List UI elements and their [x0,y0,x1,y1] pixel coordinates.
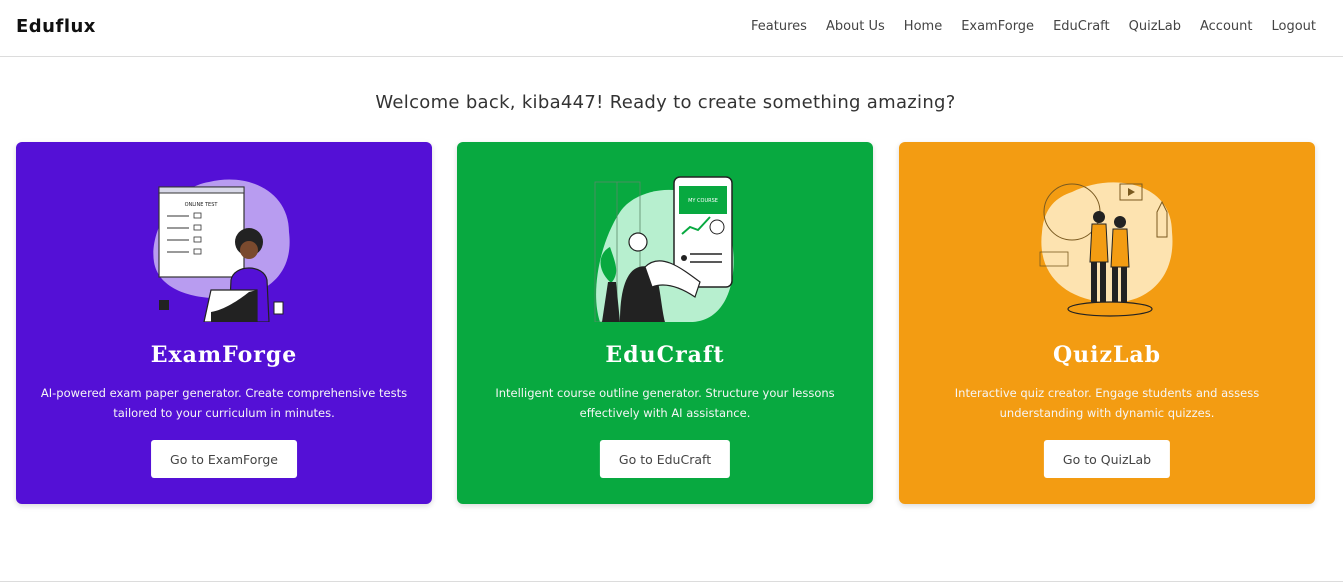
card-examforge: ONLINE TEST ExamForge AI-powered exam pa… [16,142,432,504]
nav-link-about-us[interactable]: About Us [826,19,885,34]
illustration-text: ONLINE TEST [185,202,219,208]
card-title: EduCraft [605,342,725,368]
nav-link-features[interactable]: Features [751,19,807,34]
card-description: Interactive quiz creator. Engage student… [954,386,1260,420]
footer-divider [0,581,1343,582]
go-to-quizlab-button[interactable]: Go to QuizLab [1043,440,1171,478]
nav-links: Features About Us Home ExamForge EduCraf… [751,19,1316,34]
card-quizlab: QuizLab Interactive quiz creator. Engage… [899,142,1315,504]
card-educraft: MY COURSE EduCraft Intelligent course ou… [457,142,873,504]
go-to-examforge-button[interactable]: Go to ExamForge [151,440,297,478]
card-description: AI-powered exam paper generator. Create … [40,386,408,420]
navbar: Eduflux Features About Us Home ExamForge… [0,0,1343,57]
nav-link-home[interactable]: Home [904,19,942,34]
nav-link-quizlab[interactable]: QuizLab [1129,19,1181,34]
interactive-learning-illustration-icon [1039,182,1173,317]
card-title: QuizLab [1052,342,1162,368]
online-course-illustration-icon: MY COURSE [594,176,734,322]
online-test-illustration-icon: ONLINE TEST [153,179,290,322]
illustration-text: MY COURSE [688,198,718,204]
brand-logo[interactable]: Eduflux [16,16,96,37]
nav-link-educraft[interactable]: EduCraft [1053,19,1110,34]
go-to-educraft-button[interactable]: Go to EduCraft [599,440,731,478]
welcome-message: Welcome back, kiba447! Ready to create s… [375,92,956,113]
nav-link-account[interactable]: Account [1200,19,1253,34]
card-title: ExamForge [150,342,298,368]
nav-link-examforge[interactable]: ExamForge [961,19,1034,34]
nav-link-logout[interactable]: Logout [1271,19,1316,34]
card-description: Intelligent course outline generator. St… [495,386,835,420]
